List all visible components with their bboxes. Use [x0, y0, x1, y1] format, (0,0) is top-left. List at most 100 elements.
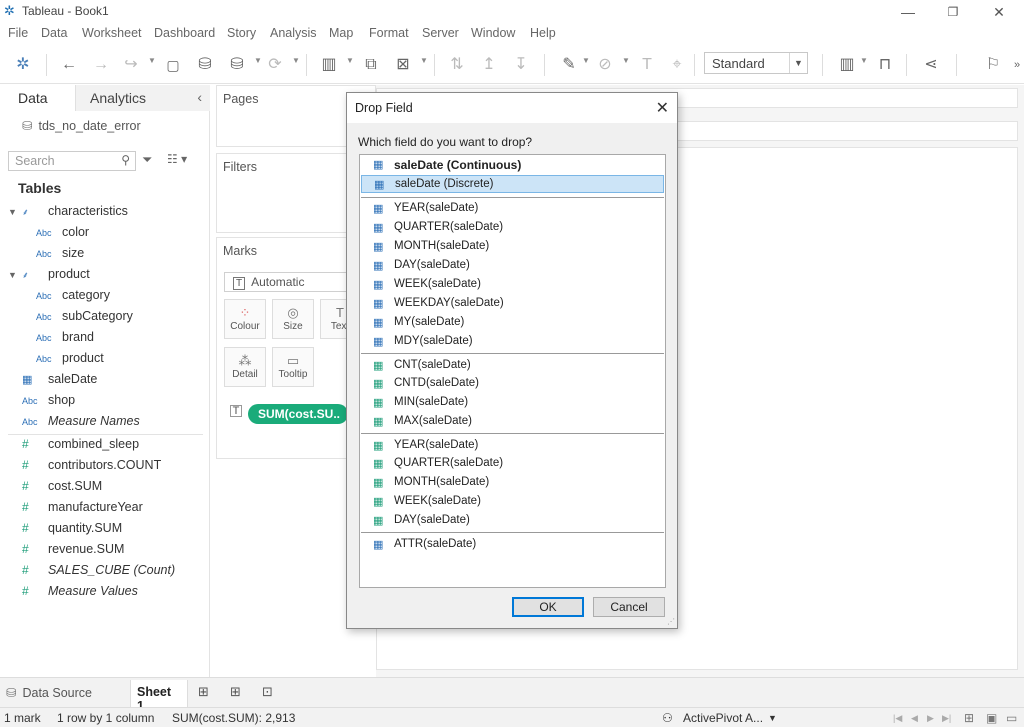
refresh-icon[interactable]: ⟳	[264, 54, 286, 76]
field-option-list[interactable]: ▦ saleDate (Continuous) ▦ saleDate (Discre…	[359, 154, 666, 588]
last-sheet-icon[interactable]: ▶|	[942, 713, 951, 724]
first-sheet-icon[interactable]: |◀	[893, 713, 902, 724]
chevron-down-icon[interactable]: ▼	[420, 56, 428, 65]
option-year[interactable]: ▦ YEAR(saleDate)	[361, 200, 664, 218]
field-brand[interactable]: Abc brand	[36, 330, 94, 348]
menu-server[interactable]: Server	[422, 26, 459, 40]
field-saledate[interactable]: ▦ saleDate	[22, 372, 97, 390]
field-product-hierarchy[interactable]: ⸙ product	[22, 267, 90, 285]
sort-descending-icon[interactable]: ↧	[510, 54, 532, 76]
field-cost-sum[interactable]: # cost.SUM	[22, 479, 102, 497]
chevron-down-icon[interactable]: ▼	[8, 270, 17, 280]
option-quarter[interactable]: ▦ QUARTER(saleDate)	[361, 219, 664, 237]
swap-rows-columns-icon[interactable]: ⇅	[446, 54, 468, 76]
tooltip-button[interactable]: ▭ Tooltip	[272, 347, 314, 387]
menu-dashboard[interactable]: Dashboard	[154, 26, 215, 40]
redo-icon[interactable]: →	[90, 54, 112, 76]
show-tabs-icon[interactable]: ▭	[1006, 711, 1017, 725]
menu-map[interactable]: Map	[329, 26, 353, 40]
chevron-down-icon[interactable]: ▼	[346, 56, 354, 65]
menu-worksheet[interactable]: Worksheet	[82, 26, 142, 40]
menu-format[interactable]: Format	[369, 26, 409, 40]
field-subcategory[interactable]: Abc subCategory	[36, 309, 133, 327]
option-day[interactable]: ▦ DAY(saleDate)	[361, 257, 664, 275]
field-combined-sleep[interactable]: # combined_sleep	[22, 437, 139, 455]
datasource-item[interactable]: ⛁ tds_no_date_error	[22, 118, 141, 133]
option-month-continuous[interactable]: ▦ MONTH(saleDate)	[361, 474, 664, 492]
colour-button[interactable]: ⁘ Colour	[224, 299, 266, 339]
option-week-continuous[interactable]: ▦ WEEK(saleDate)	[361, 493, 664, 511]
tab-data[interactable]: Data	[0, 85, 76, 111]
field-size[interactable]: Abc size	[36, 246, 84, 264]
toolbar-overflow-icon[interactable]: »	[1006, 54, 1024, 76]
mark-type-select[interactable]: T Automatic	[224, 272, 364, 292]
menu-file[interactable]: File	[8, 26, 28, 40]
fix-axes-icon[interactable]: ⌖	[666, 54, 688, 76]
field-contributors-count[interactable]: # contributors.COUNT	[22, 458, 161, 476]
show-sheet-sorter-icon[interactable]: ⊞	[964, 711, 974, 725]
resize-grip-icon[interactable]: ⋰	[667, 617, 675, 626]
tab-analytics[interactable]: Analytics ‹	[76, 85, 210, 111]
option-saledate-continuous[interactable]: ▦ saleDate (Continuous)	[361, 156, 664, 174]
pause-updates-icon[interactable]: ⛁	[226, 54, 248, 76]
menu-story[interactable]: Story	[227, 26, 256, 40]
view-options-icon[interactable]: ☷ ▾	[167, 152, 187, 166]
detail-button[interactable]: ⁂ Detail	[224, 347, 266, 387]
menu-analysis[interactable]: Analysis	[270, 26, 317, 40]
clear-sheet-icon[interactable]: ⊠	[392, 54, 414, 76]
group-members-icon[interactable]: ⊘	[594, 54, 616, 76]
field-category[interactable]: Abc category	[36, 288, 110, 306]
option-cnt[interactable]: ▦ CNT(saleDate)	[361, 357, 664, 375]
size-button[interactable]: ◎ Size	[272, 299, 314, 339]
option-quarter-continuous[interactable]: ▦ QUARTER(saleDate)	[361, 455, 664, 473]
option-mdy[interactable]: ▦ MDY(saleDate)	[361, 333, 664, 351]
field-measure-names[interactable]: Abc Measure Names	[22, 414, 140, 432]
tab-data-source[interactable]: ⛁ Data Source	[6, 685, 92, 700]
new-story-icon[interactable]: ⊡	[262, 684, 273, 700]
field-shop[interactable]: Abc shop	[22, 393, 75, 411]
status-connection[interactable]: ActivePivot A...	[683, 711, 763, 725]
sort-ascending-icon[interactable]: ↥	[478, 54, 500, 76]
minimize-button[interactable]: —	[893, 2, 923, 22]
field-color[interactable]: Abc color	[36, 225, 89, 243]
undo-icon[interactable]: ←	[58, 54, 80, 76]
field-measure-values[interactable]: # Measure Values	[22, 584, 138, 602]
field-characteristics[interactable]: ⸙ characteristics	[22, 204, 128, 222]
fit-select[interactable]: Standard ▼	[704, 52, 808, 74]
chevron-down-icon[interactable]: ▼	[8, 207, 17, 217]
presentation-mode-icon[interactable]: ⊓	[874, 54, 896, 76]
option-week[interactable]: ▦ WEEK(saleDate)	[361, 276, 664, 294]
show-cards-icon[interactable]: ▥	[836, 54, 858, 76]
tableau-home-icon[interactable]: ✲	[12, 54, 34, 76]
highlight-icon[interactable]: ✎	[558, 54, 580, 76]
chevron-down-icon[interactable]: ▼	[582, 56, 590, 65]
menu-data[interactable]: Data	[41, 26, 67, 40]
field-revenue-sum[interactable]: # revenue.SUM	[22, 542, 124, 560]
field-quantity-sum[interactable]: # quantity.SUM	[22, 521, 122, 539]
measure-pill[interactable]: SUM(cost.SU..	[248, 404, 348, 424]
ok-button[interactable]: OK	[512, 597, 584, 617]
prev-sheet-icon[interactable]: ◀	[911, 713, 918, 724]
chevron-down-icon[interactable]: ▼	[148, 56, 156, 65]
save-icon[interactable]: ▢	[162, 54, 184, 76]
new-datasource-icon[interactable]: ⛁	[194, 54, 216, 76]
chevron-down-icon[interactable]: ▼	[254, 56, 262, 65]
option-month[interactable]: ▦ MONTH(saleDate)	[361, 238, 664, 256]
duplicate-sheet-icon[interactable]: ⧉	[360, 54, 382, 76]
chevron-down-icon[interactable]: ▼	[860, 56, 868, 65]
replay-icon[interactable]: ↪	[120, 54, 142, 76]
option-my[interactable]: ▦ MY(saleDate)	[361, 314, 664, 332]
field-manufacture-year[interactable]: # manufactureYear	[22, 500, 143, 518]
show-mark-labels-icon[interactable]: T	[636, 54, 658, 76]
show-filmstrip-icon[interactable]: ▣	[986, 711, 997, 725]
option-max[interactable]: ▦ MAX(saleDate)	[361, 413, 664, 431]
option-attr[interactable]: ▦ ATTR(saleDate)	[361, 536, 664, 554]
field-product[interactable]: Abc product	[36, 351, 104, 369]
close-icon[interactable]: ✕	[656, 98, 669, 118]
new-worksheet-icon[interactable]: ⊞	[198, 684, 209, 700]
collapse-pane-icon[interactable]: ‹	[197, 89, 202, 105]
restore-button[interactable]: ❐	[938, 2, 968, 22]
menu-window[interactable]: Window	[471, 26, 515, 40]
new-dashboard-icon[interactable]: ⊞	[230, 684, 241, 700]
option-day-continuous[interactable]: ▦ DAY(saleDate)	[361, 512, 664, 530]
